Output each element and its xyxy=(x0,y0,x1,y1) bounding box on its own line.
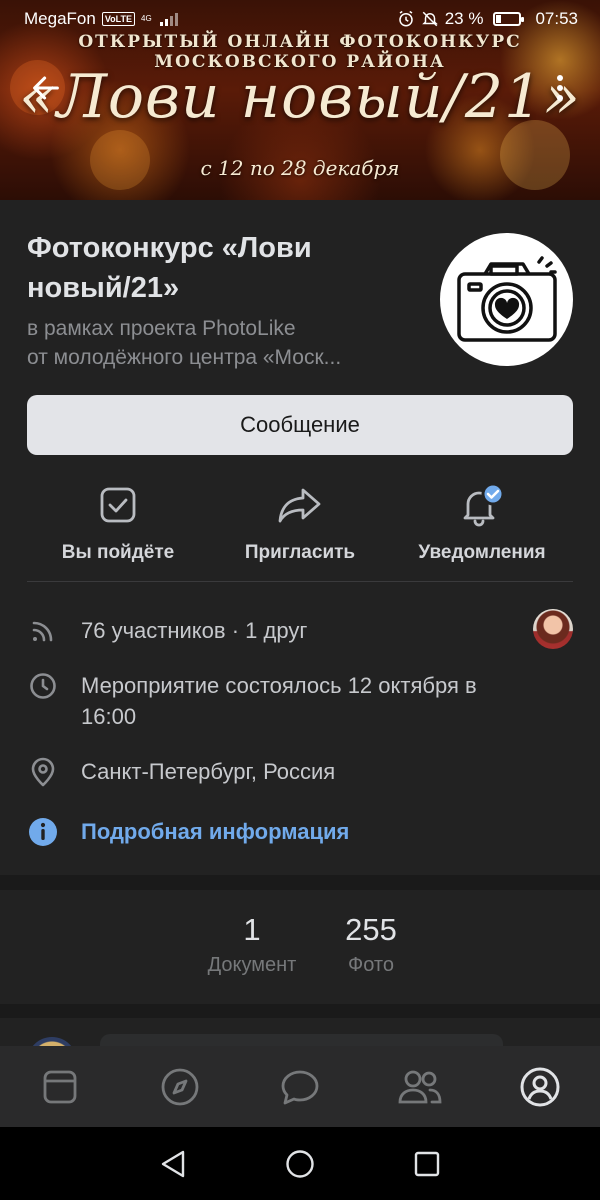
event-title: Фотоконкурс «Лови новый/21» xyxy=(27,232,312,304)
friend-avatar[interactable] xyxy=(533,609,573,649)
event-time-line: 16:00 xyxy=(81,704,137,729)
circle-home-icon xyxy=(286,1149,314,1178)
event-location: Санкт-Петербург, Россия xyxy=(81,759,336,784)
messages-icon xyxy=(281,1070,319,1104)
members-row[interactable]: 76 участников · 1 друг xyxy=(27,609,573,649)
location-row[interactable]: Санкт-Петербург, Россия xyxy=(27,756,573,788)
date-row: Мероприятие состоялось 12 октября в 16:0… xyxy=(27,670,573,732)
message-button[interactable]: Сообщение xyxy=(27,395,573,455)
banner-title: «Лови новый/21» xyxy=(19,62,581,132)
battery-percent: 23 % xyxy=(444,9,484,28)
system-back-button[interactable] xyxy=(143,1134,203,1194)
event-cover-banner: MegaFon VoLTE 4G 23 % 07:53 ОТКРЫТЫЙ ОНЛ… xyxy=(0,0,600,200)
event-avatar[interactable] xyxy=(440,233,573,366)
more-menu-button[interactable] xyxy=(545,68,575,108)
tab-profile[interactable] xyxy=(480,1046,600,1127)
news-icon xyxy=(43,1070,77,1103)
notifications-button[interactable]: Уведомления xyxy=(391,480,573,580)
network-type: 4G xyxy=(141,14,152,23)
signal-icon xyxy=(159,12,178,26)
more-vertical-icon xyxy=(557,75,563,101)
details-row[interactable]: Подробная информация xyxy=(27,816,573,848)
members-count: 76 участников · 1 друг xyxy=(81,618,308,643)
clock-icon xyxy=(30,673,56,699)
tab-explore[interactable] xyxy=(120,1046,240,1127)
photos-counter[interactable]: 255 Фото xyxy=(326,912,416,977)
counters-block: 1 Документ 255 Фото xyxy=(0,890,600,1004)
event-actions: Вы пойдёте Пригласить Уведомления xyxy=(27,480,573,580)
post-composer xyxy=(0,1018,600,1048)
event-subtitle-line: от молодёжного центра «Моск... xyxy=(27,346,342,369)
photos-count: 255 xyxy=(345,912,397,947)
rss-icon xyxy=(32,621,53,642)
arrow-left-icon xyxy=(33,76,59,100)
share-arrow-icon xyxy=(278,488,321,523)
battery-icon xyxy=(493,12,525,26)
info-icon xyxy=(29,818,57,846)
compass-icon xyxy=(161,1068,199,1105)
event-subtitle: в рамках проекта PhotoLike от молодёжног… xyxy=(27,314,417,372)
documents-counter[interactable]: 1 Документ xyxy=(192,912,312,977)
going-label: Вы пойдёте xyxy=(61,542,175,563)
tab-friends[interactable] xyxy=(360,1046,480,1127)
photos-label: Фото xyxy=(348,954,394,976)
mute-bell-icon xyxy=(421,11,438,27)
bottom-tab-bar xyxy=(0,1046,600,1127)
event-header: Фотоконкурс «Лови новый/21» в рамках про… xyxy=(0,200,600,875)
documents-label: Документ xyxy=(207,954,297,976)
volte-badge: VoLTE xyxy=(101,12,135,26)
documents-count: 1 xyxy=(243,912,261,947)
tab-messages[interactable] xyxy=(240,1046,360,1127)
triangle-back-icon xyxy=(162,1150,185,1177)
clock: 07:53 xyxy=(535,9,578,28)
event-date-line: Мероприятие состоялось 12 октября в xyxy=(81,673,477,698)
alarm-icon xyxy=(398,10,413,27)
friends-icon xyxy=(398,1070,442,1103)
camera-heart-icon xyxy=(456,255,557,342)
location-pin-icon xyxy=(31,757,55,787)
going-button[interactable]: Вы пойдёте xyxy=(27,480,209,580)
invite-label: Пригласить xyxy=(244,542,356,563)
carrier-name: MegaFon xyxy=(24,9,96,28)
profile-icon xyxy=(520,1067,560,1106)
notifications-label: Уведомления xyxy=(418,542,546,563)
checkbox-icon xyxy=(100,487,136,523)
bell-icon xyxy=(463,483,505,527)
square-recents-icon xyxy=(414,1151,439,1176)
divider xyxy=(27,581,573,582)
system-home-button[interactable] xyxy=(270,1134,330,1194)
back-button[interactable] xyxy=(26,68,66,108)
details-link[interactable]: Подробная информация xyxy=(81,816,349,847)
system-recents-button[interactable] xyxy=(397,1134,457,1194)
system-navigation-bar xyxy=(0,1127,600,1200)
event-subtitle-line: в рамках проекта PhotoLike xyxy=(27,317,296,340)
tab-news[interactable] xyxy=(0,1046,120,1127)
banner-dates: с 12 по 28 декабря xyxy=(200,156,400,180)
invite-button[interactable]: Пригласить xyxy=(209,480,391,580)
